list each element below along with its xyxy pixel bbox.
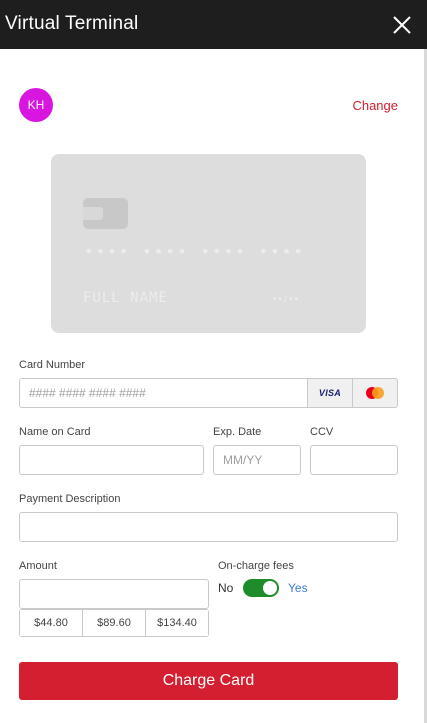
amount-preset-button[interactable]: $89.60 [82,610,145,636]
payment-description-label: Payment Description [19,493,121,505]
card-preview-expiry: ••/•• [272,295,300,305]
ccv-input[interactable] [310,445,398,475]
card-preview: •••• •••• •••• •••• FULL NAME ••/•• [51,154,366,333]
card-brands: VISA [307,378,398,408]
toggle-knob [263,581,277,595]
amount-input[interactable] [19,579,209,609]
name-on-card-input[interactable] [19,445,204,475]
name-on-card-label: Name on Card [19,426,91,438]
card-chip-icon [83,198,128,229]
exp-date-input[interactable] [213,445,301,475]
oncharge-fees-toggle[interactable] [243,579,279,597]
amount-preset-button[interactable]: $134.40 [145,610,208,636]
close-icon[interactable] [391,14,413,36]
card-preview-name: FULL NAME [83,290,168,306]
change-customer-link[interactable]: Change [352,98,398,113]
card-preview-number: •••• •••• •••• •••• [84,242,306,261]
payment-description-input[interactable] [19,512,398,542]
exp-date-label: Exp. Date [213,426,262,438]
visa-icon: VISA [307,379,352,407]
mastercard-icon [352,379,397,407]
avatar: KH [19,88,53,122]
visa-label: VISA [318,388,342,398]
page-title: Virtual Terminal [5,13,139,34]
toggle-off-label: No [218,581,234,595]
amount-preset-button[interactable]: $44.80 [20,610,82,636]
charge-card-button[interactable]: Charge Card [19,662,398,700]
card-number-label: Card Number [19,359,86,371]
amount-label: Amount [19,560,57,572]
card-number-input[interactable] [19,378,308,408]
toggle-on-label: Yes [288,581,308,595]
header-bar: Virtual Terminal [0,0,427,49]
oncharge-fees-label: On-charge fees [218,560,294,572]
ccv-label: CCV [310,426,334,438]
amount-presets: $44.80 $89.60 $134.40 [19,609,209,637]
